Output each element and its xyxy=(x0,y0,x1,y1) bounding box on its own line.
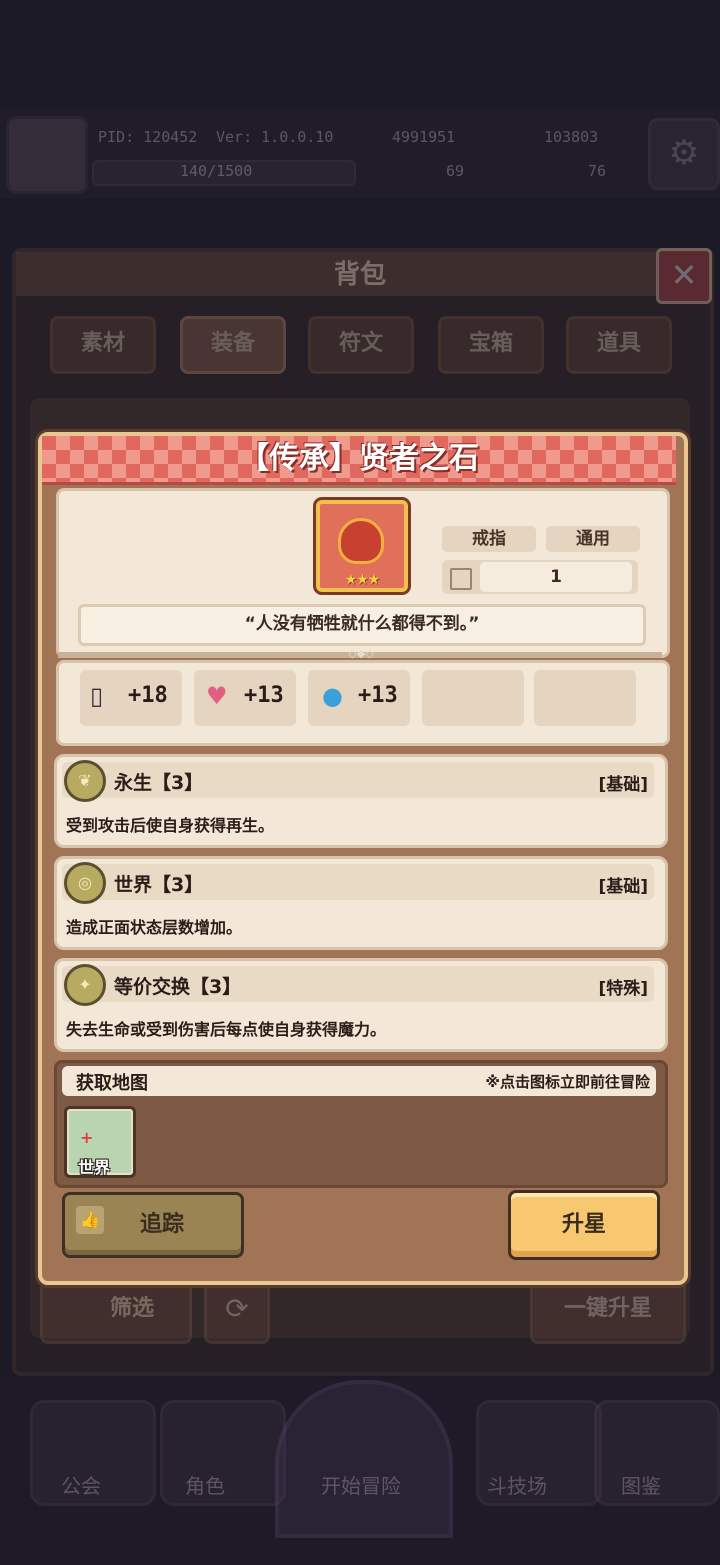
track-label: 追踪 xyxy=(140,1212,185,1237)
skill-desc: 失去生命或受到伤害后每点使自身获得魔力。 xyxy=(66,1020,387,1039)
nav-label-character: 角色 xyxy=(185,1474,225,1498)
map-tile-label: 世界 xyxy=(78,1158,111,1177)
version-text: Ver: 1.0.0.10 xyxy=(216,128,334,146)
filter-label: 筛选 xyxy=(110,1296,155,1321)
heart-icon: ♥ xyxy=(206,682,228,710)
close-icon[interactable]: ✕ xyxy=(656,248,712,304)
sage-stone-icon xyxy=(338,518,384,564)
tag-slot: 戒指 xyxy=(442,526,536,552)
pid-text: PID: 120452 xyxy=(98,128,198,146)
acquire-map-title: 获取地图 xyxy=(76,1073,148,1094)
grid-icon xyxy=(450,568,472,590)
skill-name: 等价交换【3】 xyxy=(114,976,242,998)
nav-label-adventure: 开始冒险 xyxy=(321,1474,401,1498)
stat-value: +18 xyxy=(128,683,168,708)
nav-start-adventure[interactable] xyxy=(275,1380,453,1538)
skill-name: 世界【3】 xyxy=(114,874,204,896)
item-title: 【传承】贤者之石 xyxy=(239,441,479,476)
skill-type: [特殊] xyxy=(598,979,648,999)
leaf-icon: ❦ xyxy=(64,760,106,802)
skill-desc: 造成正面状态层数增加。 xyxy=(66,918,243,937)
divider-ornament-icon: ◇◆◇ xyxy=(348,647,374,660)
gem-count: 103803 xyxy=(544,128,599,146)
star-rating: ★★★ xyxy=(344,572,381,588)
item-quote: “人没有牺牲就什么都得不到。” xyxy=(78,604,646,646)
skill-type: [基础] xyxy=(598,877,648,897)
water-drop-icon: ● xyxy=(322,682,343,710)
thumbs-up-icon: 👍 xyxy=(76,1206,104,1234)
acquire-map-hint: ※点击图标立即前往冒险 xyxy=(485,1073,650,1091)
gold-count: 4991951 xyxy=(392,128,456,146)
star-up-label: 升星 xyxy=(561,1212,606,1237)
stat-slot-empty xyxy=(534,670,636,726)
exchange-icon: ✦ xyxy=(64,964,106,1006)
exp-text: 140/1500 xyxy=(180,162,253,180)
item-count: 1 xyxy=(480,562,632,592)
tab-materials[interactable]: 素材 xyxy=(50,316,156,374)
skill-type: [基础] xyxy=(598,775,648,795)
stat-slot-empty xyxy=(422,670,524,726)
tab-runes[interactable]: 符文 xyxy=(308,316,414,374)
nav-label-arena: 斗技场 xyxy=(487,1474,547,1498)
gear-icon[interactable]: ⚙ xyxy=(648,118,720,190)
refresh-icon[interactable]: ⟳ xyxy=(204,1276,270,1344)
world-icon: ◎ xyxy=(64,862,106,904)
skill-name: 永生【3】 xyxy=(114,772,204,794)
key-count: 76 xyxy=(588,162,607,180)
nav-label-codex: 图鉴 xyxy=(621,1474,661,1498)
avatar[interactable] xyxy=(6,116,88,194)
clover-count: 69 xyxy=(446,162,465,180)
bag-title: 背包 xyxy=(333,260,386,290)
book-icon: ▯ xyxy=(90,682,104,710)
stat-value: +13 xyxy=(244,683,284,708)
one-key-star-button[interactable]: 一键升星 xyxy=(530,1276,686,1344)
tag-class: 通用 xyxy=(546,526,640,552)
stat-value: +13 xyxy=(358,683,398,708)
skill-desc: 受到攻击后使自身获得再生。 xyxy=(66,816,275,835)
tab-chests[interactable]: 宝箱 xyxy=(438,316,544,374)
tab-equipment[interactable]: 装备 xyxy=(180,316,286,374)
map-marker-icon: + xyxy=(80,1128,94,1147)
nav-label-guild: 公会 xyxy=(61,1474,101,1498)
tab-items[interactable]: 道具 xyxy=(566,316,672,374)
